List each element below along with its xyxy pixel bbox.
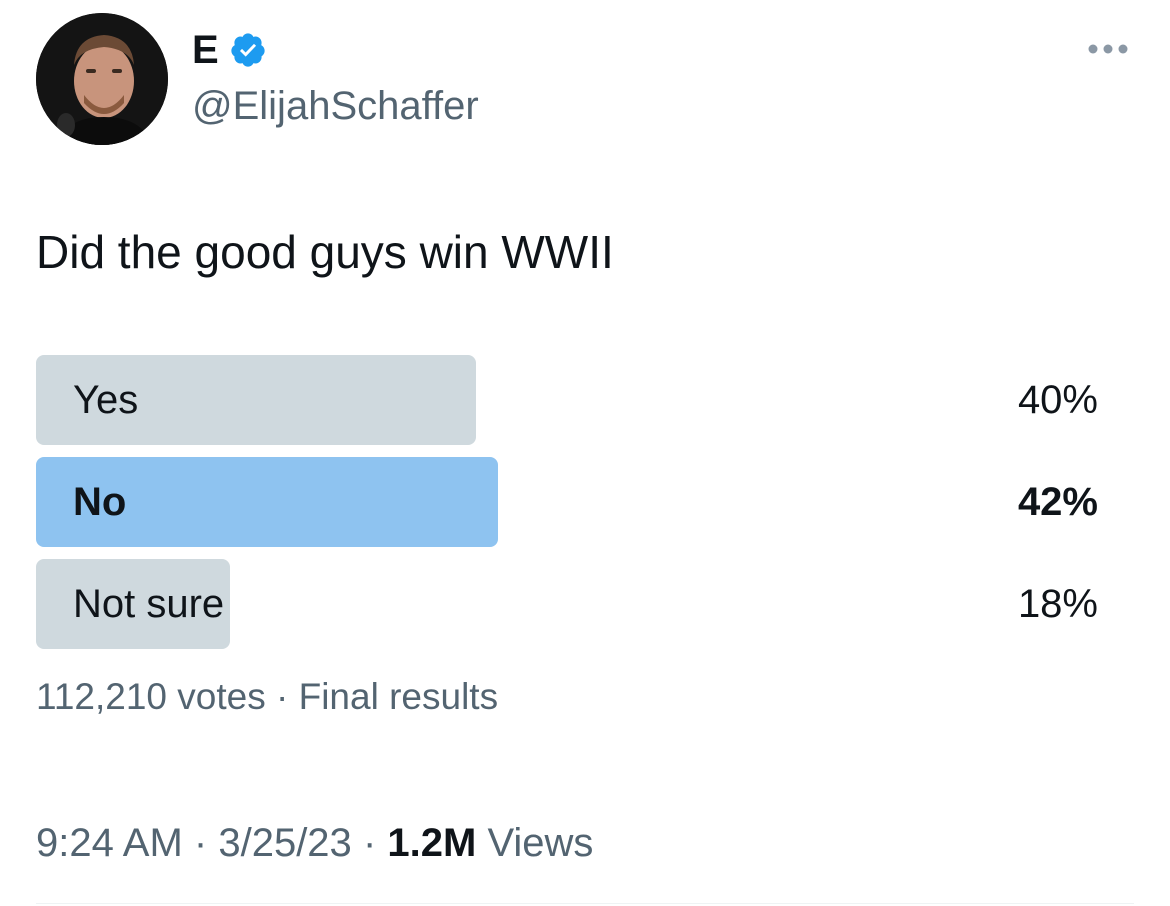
poll-option-no[interactable]: No 42%	[36, 457, 1098, 547]
tweet-time[interactable]: 9:24 AM	[36, 821, 183, 865]
author-name-row[interactable]: E	[192, 24, 267, 76]
poll-label-not-sure: Not sure	[73, 582, 225, 626]
poll-percent-not-sure: 18%	[1017, 582, 1098, 626]
poll-status: Final results	[298, 676, 499, 717]
tweet-timestamp-row: 9:24 AM · 3/25/23 · 1.2M Views	[36, 816, 593, 870]
poll-vote-count: 112,210 votes	[36, 676, 266, 717]
poll-percent-no: 42%	[1017, 480, 1098, 524]
tweet-text: Did the good guys win WWII	[36, 226, 614, 278]
poll-percent-yes: 40%	[1017, 378, 1098, 422]
poll-label-yes: Yes	[73, 378, 139, 422]
poll-option-not-sure[interactable]: Not sure 18%	[36, 559, 1098, 649]
poll-label-no: No	[73, 480, 127, 524]
profile-photo-icon	[36, 13, 168, 145]
author-display-name[interactable]: E	[192, 30, 219, 70]
author-handle[interactable]: @ElijahSchaffer	[192, 80, 479, 132]
views-label: Views	[487, 821, 594, 865]
avatar[interactable]	[36, 13, 168, 145]
views-separator: ·	[362, 821, 377, 865]
poll-option-yes[interactable]: Yes 40%	[36, 355, 1098, 445]
more-options-icon[interactable]	[1086, 42, 1130, 56]
timestamp-separator: ·	[193, 821, 208, 865]
verified-badge-icon	[229, 31, 267, 69]
tweet-date[interactable]: 3/25/23	[218, 821, 351, 865]
poll-meta-separator: ·	[276, 676, 289, 717]
divider	[36, 903, 1134, 904]
views-count: 1.2M	[387, 821, 477, 865]
poll-meta: 112,210 votes · Final results	[36, 672, 498, 722]
